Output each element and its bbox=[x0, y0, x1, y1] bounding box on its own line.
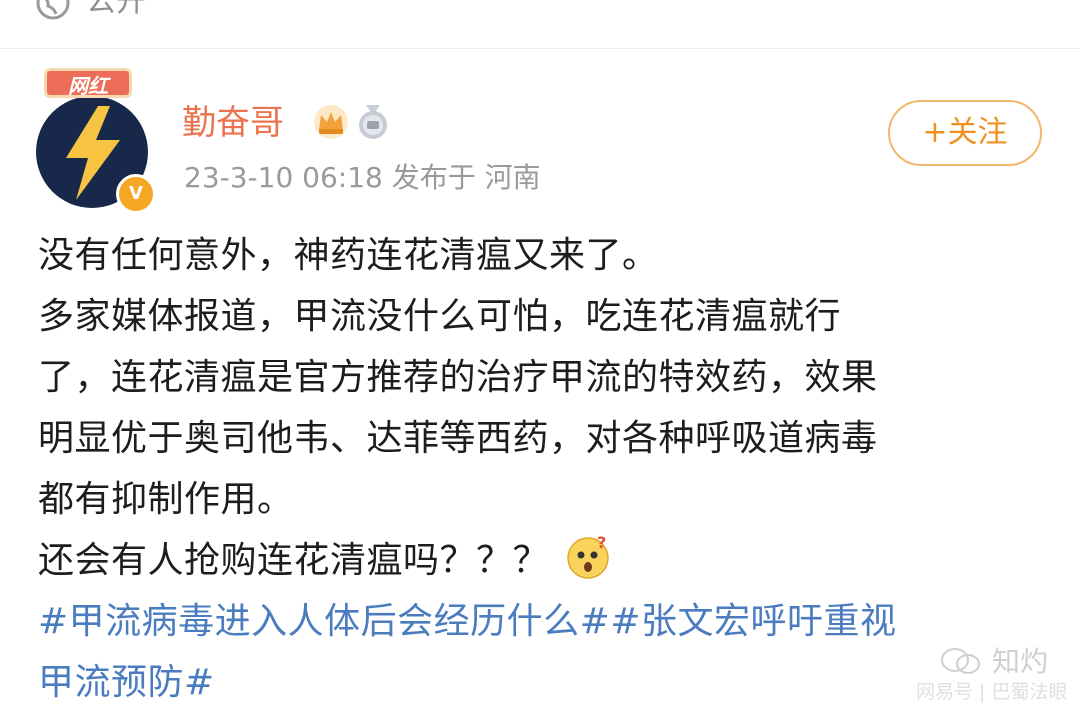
globe-icon bbox=[36, 0, 70, 20]
crown-icon bbox=[314, 105, 348, 139]
post-line: 多家媒体报道，甲流没什么可怕，吃连花清瘟就行 bbox=[38, 296, 842, 337]
follow-button[interactable]: +关注 bbox=[888, 100, 1042, 166]
post-line: 明显优于奥司他韦、达菲等西药，对各种呼吸道病毒 bbox=[38, 418, 878, 459]
post-meta: 23-3-10 06:18 发布于 河南 bbox=[184, 161, 541, 194]
post-line: 了，连花清瘟是官方推荐的治疗甲流的特效药，效果 bbox=[38, 357, 878, 398]
thinking-emoji-icon: ? bbox=[567, 533, 609, 579]
post-content: 没有任何意外，神药连花清瘟又来了。 多家媒体报道，甲流没什么可怕，吃连花清瘟就行… bbox=[38, 225, 1028, 713]
svg-text:?: ? bbox=[597, 533, 607, 552]
medal-icon bbox=[359, 105, 387, 139]
watermark-netease: 网易号 | 巴蜀法眼 bbox=[916, 681, 1068, 703]
top-bar: 公开 bbox=[0, 0, 1080, 49]
author-name[interactable]: 勤奋哥 bbox=[182, 102, 284, 144]
author-avatar[interactable]: 网红 V bbox=[36, 66, 156, 214]
visibility-label: 公开 bbox=[86, 0, 146, 19]
hashtag-link[interactable]: 甲流预防# bbox=[38, 652, 1028, 713]
watermark-zhizhuo: 知灼 bbox=[992, 645, 1049, 678]
post-line-text: 还会有人抢购连花清瘟吗？？？ bbox=[38, 540, 550, 581]
post-line-question: 还会有人抢购连花清瘟吗？？？ ? bbox=[38, 530, 1028, 591]
verified-icon: V bbox=[116, 174, 156, 214]
influencer-badge: 网红 bbox=[44, 68, 132, 98]
wechat-icon bbox=[941, 648, 980, 674]
post-line: 都有抑制作用。 bbox=[38, 479, 294, 520]
post-line: 没有任何意外，神药连花清瘟又来了。 bbox=[38, 235, 659, 276]
hashtag-link[interactable]: #甲流病毒进入人体后会经历什么##张文宏呼吁重视 bbox=[38, 591, 1028, 652]
